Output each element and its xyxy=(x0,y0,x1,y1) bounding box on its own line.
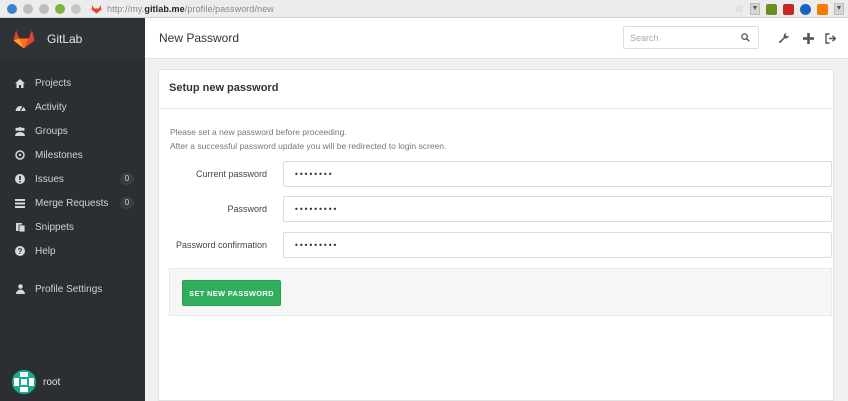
notice-line: After a successful password update you w… xyxy=(170,141,447,151)
password-notice: Please set a new password before proceed… xyxy=(170,125,446,153)
extension-icon[interactable] xyxy=(766,3,777,15)
address-bar[interactable]: http://my.gitlab.me/profile/password/new xyxy=(107,4,274,14)
forward-button[interactable] xyxy=(23,3,33,14)
sidebar-item-milestones[interactable]: Milestones xyxy=(0,143,145,167)
sidebar-item-label: Issues xyxy=(35,173,64,185)
password-confirmation-label: Password confirmation xyxy=(175,240,267,250)
menu-dropdown-icon[interactable]: ▼ xyxy=(834,3,844,15)
current-password-field[interactable] xyxy=(283,161,832,187)
dashboard-icon xyxy=(14,101,26,113)
clock-icon xyxy=(14,149,26,161)
svg-text:?: ? xyxy=(18,247,23,256)
home-icon xyxy=(14,77,26,89)
url-host: gitlab.me xyxy=(144,3,185,14)
sidebar-item-help[interactable]: ? Help xyxy=(0,239,145,263)
sidebar: GitLab Projects Activity Groups Mileston… xyxy=(0,18,145,401)
avatar[interactable] xyxy=(12,370,36,394)
username: root xyxy=(43,376,61,388)
sidebar-item-issues[interactable]: Issues 0 xyxy=(0,167,145,191)
form-actions: SET NEW PASSWORD xyxy=(169,268,832,316)
sidebar-item-label: Merge Requests xyxy=(35,197,109,209)
sidebar-item-groups[interactable]: Groups xyxy=(0,119,145,143)
sign-out-icon[interactable] xyxy=(824,31,838,45)
clipboard-icon xyxy=(14,221,26,233)
back-button[interactable] xyxy=(7,3,17,14)
sidebar-item-label: Milestones xyxy=(35,149,83,161)
sidebar-item-label: Profile Settings xyxy=(35,283,103,295)
reload-button[interactable] xyxy=(39,3,49,14)
search-input[interactable] xyxy=(630,27,740,48)
url-prefix: http://my. xyxy=(107,3,145,14)
exclamation-circle-icon xyxy=(14,173,26,185)
site-favicon-icon xyxy=(91,4,102,13)
home-button[interactable] xyxy=(55,3,65,14)
gitlab-logo-icon xyxy=(13,29,35,48)
merge-requests-count-badge: 0 xyxy=(120,197,134,209)
globe-extension-icon[interactable] xyxy=(800,3,811,15)
notice-line: Please set a new password before proceed… xyxy=(170,127,347,137)
sidebar-item-label: Groups xyxy=(35,125,68,137)
current-user[interactable]: root xyxy=(12,370,60,394)
url-path: /profile/password/new xyxy=(184,3,274,14)
set-new-password-button[interactable]: SET NEW PASSWORD xyxy=(182,280,281,306)
password-field[interactable] xyxy=(283,196,832,222)
sidebar-item-label: Projects xyxy=(35,77,72,89)
password-row: Password xyxy=(159,196,835,222)
dropdown-arrow-icon[interactable]: ▼ xyxy=(750,3,760,15)
password-confirmation-field[interactable] xyxy=(283,232,832,258)
bookmark-star-icon[interactable]: ☆ xyxy=(734,3,744,15)
question-circle-icon: ? xyxy=(14,245,26,257)
current-password-label: Current password xyxy=(195,169,267,179)
stop-button[interactable] xyxy=(71,3,81,14)
sidebar-item-label: Help xyxy=(35,245,56,257)
plus-icon[interactable] xyxy=(801,31,815,45)
panel-heading: Setup new password xyxy=(159,70,833,109)
sidebar-item-label: Activity xyxy=(35,101,67,113)
wrench-icon[interactable] xyxy=(777,31,791,45)
issues-count-badge: 0 xyxy=(120,173,134,185)
sidebar-item-projects[interactable]: Projects xyxy=(0,71,145,95)
sidebar-nav: Projects Activity Groups Milestones Issu… xyxy=(0,71,145,301)
sidebar-item-merge-requests[interactable]: Merge Requests 0 xyxy=(0,191,145,215)
current-password-row: Current password xyxy=(159,161,835,187)
search-box xyxy=(623,26,759,49)
group-icon xyxy=(14,125,26,137)
shield-extension-icon[interactable] xyxy=(783,3,794,15)
puzzle-extension-icon[interactable] xyxy=(817,3,828,15)
new-password-panel: Setup new password Please set a new pass… xyxy=(158,69,834,401)
browser-toolbar: http://my.gitlab.me/profile/password/new… xyxy=(0,0,848,18)
user-icon xyxy=(14,283,26,295)
brand-link[interactable]: GitLab xyxy=(0,18,145,59)
sidebar-item-label: Snippets xyxy=(35,221,74,233)
password-label: Password xyxy=(227,204,267,214)
main-content: Setup new password Please set a new pass… xyxy=(145,59,848,401)
search-icon[interactable] xyxy=(741,33,750,42)
sidebar-item-profile-settings[interactable]: Profile Settings xyxy=(0,277,145,301)
sidebar-item-snippets[interactable]: Snippets xyxy=(0,215,145,239)
password-confirmation-row: Password confirmation xyxy=(159,232,835,258)
sidebar-item-activity[interactable]: Activity xyxy=(0,95,145,119)
top-header: New Password xyxy=(145,18,848,59)
brand-name: GitLab xyxy=(47,31,83,46)
tasks-icon xyxy=(14,197,26,209)
page-title: New Password xyxy=(159,31,240,45)
